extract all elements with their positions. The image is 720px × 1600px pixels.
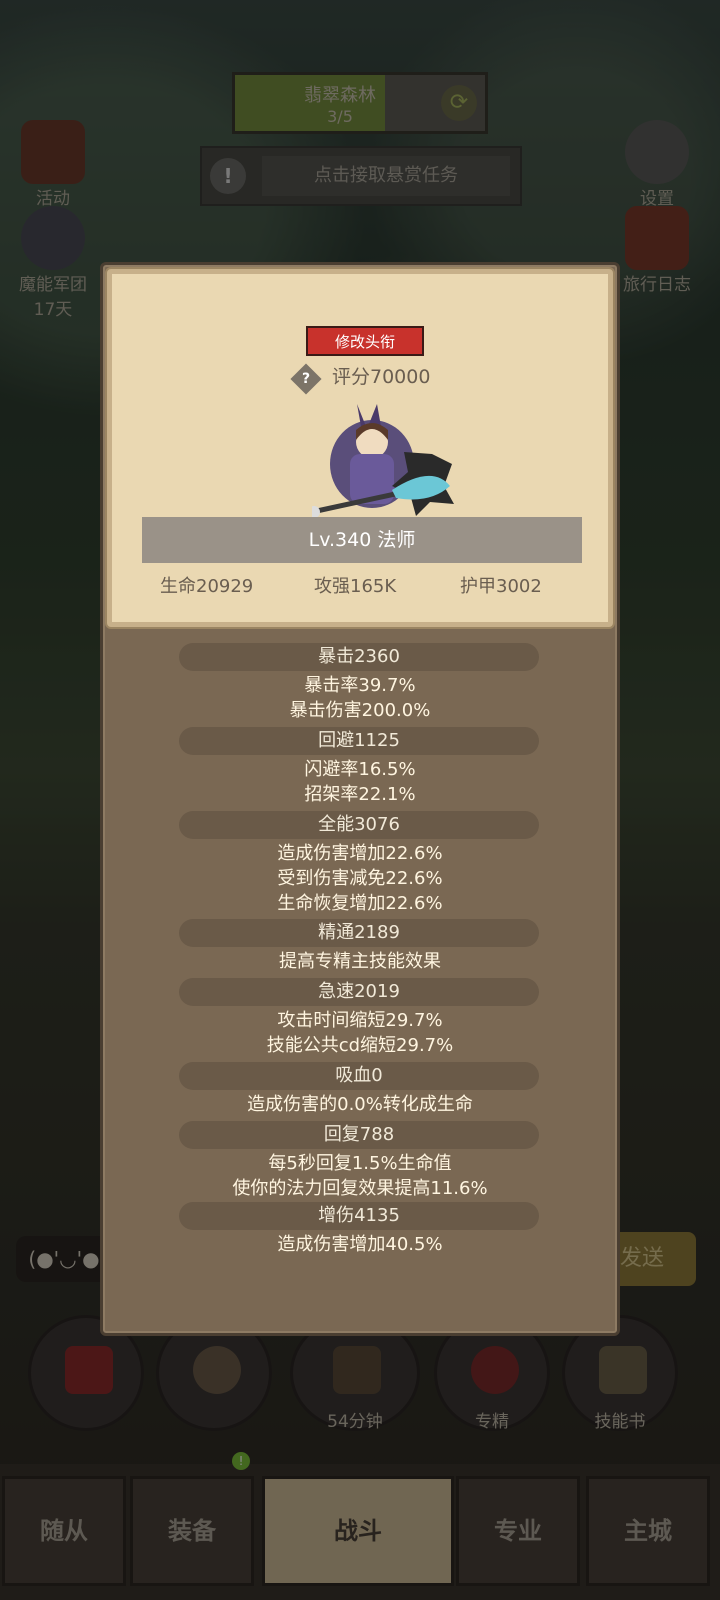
attr-header-haste: 急速2019 [179,978,539,1006]
level-class-bar: Lv.340 法师 [142,517,582,563]
attr-line: 生命恢复增加22.6% [277,893,443,914]
attr-line: 提高专精主技能效果 [279,951,441,972]
attr-line: 造成伤害增加40.5% [277,1234,443,1255]
help-icon[interactable]: ? [290,363,322,395]
attr-line: 闪避率16.5% [304,759,416,780]
attr-line: 造成伤害的0.0%转化成生命 [247,1094,473,1115]
attack-stat: 攻强165K [314,576,397,597]
attr-header-damage-bonus: 增伤4135 [179,1202,539,1230]
mage-character-sprite [312,404,454,518]
attr-line: 暴击率39.7% [304,675,416,696]
attr-header-avoidance: 回避1125 [179,727,539,755]
character-detail-panel: 修改头衔 ? 评分70000 Lv.340 法师 生命20929 攻强165K … [100,262,620,1336]
attr-header-crit: 暴击2360 [179,643,539,671]
hp-stat: 生命20929 [160,576,254,597]
attr-header-regen: 回复788 [179,1121,539,1149]
attr-header-lifesteal: 吸血0 [179,1062,539,1090]
attr-line: 受到伤害减免22.6% [277,868,443,889]
attr-line: 造成伤害增加22.6% [277,843,443,864]
attr-header-versatility: 全能3076 [179,811,539,839]
armor-stat: 护甲3002 [460,576,542,597]
core-stats: 生命20929 攻强165K 护甲3002 [112,572,608,602]
attr-line: 招架率22.1% [304,784,416,805]
attr-line: 每5秒回复1.5%生命值 [268,1153,452,1174]
attr-line: 攻击时间缩短29.7% [277,1010,443,1031]
character-card: 修改头衔 ? 评分70000 Lv.340 法师 生命20929 攻强165K … [107,269,613,627]
attr-line: 使你的法力回复效果提高11.6% [232,1178,488,1199]
edit-title-button[interactable]: 修改头衔 [306,326,424,356]
attr-line: 技能公共cd缩短29.7% [266,1035,454,1056]
attr-line: 暴击伤害200.0% [289,700,431,721]
attr-header-mastery: 精通2189 [179,919,539,947]
score-label: 评分70000 [332,366,431,388]
